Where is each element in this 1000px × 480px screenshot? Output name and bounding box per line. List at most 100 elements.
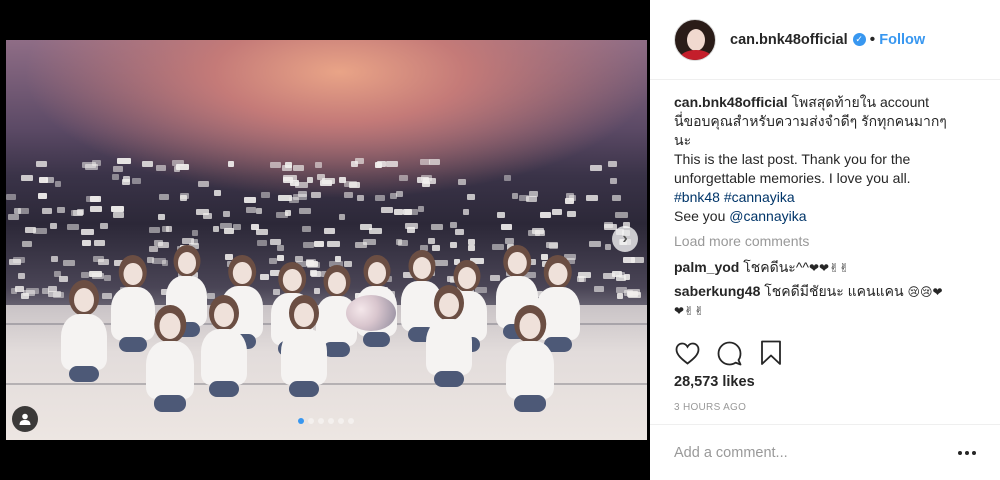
audience-sign <box>195 209 210 216</box>
audience-sign <box>344 192 353 199</box>
audience-sign <box>283 174 298 181</box>
audience-sign <box>180 194 188 201</box>
audience-sign <box>449 242 457 249</box>
header-username[interactable]: can.bnk48official <box>730 32 848 48</box>
comment-username[interactable]: saberkung48 <box>674 283 760 299</box>
mention-link[interactable]: @cannayika <box>729 208 806 224</box>
audience-sign <box>565 192 574 199</box>
audience-sign <box>103 274 111 281</box>
audience-sign <box>567 211 576 218</box>
audience-sign <box>255 228 268 235</box>
audience-sign <box>314 162 322 169</box>
add-comment-bar <box>650 424 1000 480</box>
audience-sign <box>322 177 336 184</box>
audience-sign <box>405 209 418 216</box>
audience-sign <box>212 226 220 233</box>
save-button[interactable] <box>758 340 784 366</box>
audience-sign <box>616 292 623 299</box>
audience-sign <box>21 240 33 247</box>
audience-sign <box>393 209 404 216</box>
audience-sign <box>519 194 530 201</box>
audience-sign <box>117 158 131 165</box>
audience-sign <box>307 260 318 267</box>
audience-sign <box>396 239 403 246</box>
audience-sign <box>462 208 469 215</box>
audience-sign <box>270 238 281 245</box>
comment-button[interactable] <box>716 340 742 366</box>
dot-icon <box>965 450 969 455</box>
load-more-comments-link[interactable]: Load more comments <box>674 232 980 251</box>
audience-sign <box>54 181 62 188</box>
performer-figure <box>506 305 555 440</box>
avatar[interactable] <box>674 18 716 61</box>
post-media: › <box>0 0 650 480</box>
audience-sign <box>157 213 166 220</box>
audience-sign <box>375 195 386 202</box>
audience-sign <box>149 245 159 252</box>
comment-input[interactable] <box>674 444 952 461</box>
audience-sign <box>36 161 48 168</box>
post-timestamp[interactable]: 3 HOURS AGO <box>674 402 746 413</box>
audience-sign <box>80 271 90 278</box>
more-options-button[interactable] <box>952 443 976 463</box>
follow-button[interactable]: Follow <box>879 32 925 48</box>
audience-sign <box>38 176 49 183</box>
comment-username[interactable]: palm_yod <box>674 259 739 275</box>
comment-emoji: ❤❤✌✌ <box>808 261 850 275</box>
audience-sign <box>182 238 195 245</box>
audience-sign <box>468 245 475 252</box>
audience-sign <box>588 241 602 248</box>
audience-sign <box>268 258 277 265</box>
audience-sign <box>50 223 58 230</box>
likes-count[interactable]: 28,573 likes <box>674 374 755 390</box>
bookmark-icon <box>761 340 781 365</box>
audience-sign <box>113 165 123 172</box>
caption-text-line5: unforgettable memories. I love you all. <box>674 170 911 186</box>
carousel-dot <box>308 418 314 424</box>
audience-sign <box>427 238 436 245</box>
audience-sign <box>99 223 108 230</box>
audience-sign <box>41 208 52 215</box>
like-button[interactable] <box>674 340 700 366</box>
audience-sign <box>615 274 626 281</box>
audience-sign <box>90 206 103 213</box>
audience-sign <box>385 161 398 168</box>
caption-hashtags: #bnk48 #cannayika <box>674 188 980 207</box>
audience-sign <box>610 178 617 185</box>
caption-username[interactable]: can.bnk48official <box>674 94 788 110</box>
audience-sign <box>66 223 80 230</box>
audience-sign <box>457 179 466 186</box>
audience-sign <box>33 228 48 235</box>
hashtag-link[interactable]: #cannayika <box>724 189 795 205</box>
comment-bubble-icon <box>717 341 741 365</box>
post-photo[interactable] <box>6 40 647 440</box>
carousel-next-button[interactable]: › <box>612 226 638 252</box>
audience-sign <box>497 211 506 218</box>
audience-sign <box>25 287 40 294</box>
audience-sign <box>449 222 457 229</box>
audience-sign <box>276 245 284 252</box>
audience-sign <box>162 225 169 232</box>
hashtag-link[interactable]: #bnk48 <box>674 189 720 205</box>
comment-text: โชคดีนะ^^ <box>743 259 809 275</box>
audience-sign <box>71 209 84 216</box>
audience-sign <box>81 240 91 247</box>
audience-sign <box>429 159 440 166</box>
audience-sign <box>349 181 361 188</box>
audience-sign <box>276 254 284 261</box>
carousel-dot <box>328 418 334 424</box>
tagged-users-icon[interactable] <box>12 406 38 432</box>
audience-sign <box>501 224 513 231</box>
audience-sign <box>98 258 109 265</box>
audience-sign <box>535 229 545 236</box>
audience-sign <box>311 192 321 198</box>
comments-section: can.bnk48official โพสสุดท้ายใน account น… <box>674 93 980 325</box>
audience-sign <box>604 222 613 228</box>
audience-sign <box>467 193 476 200</box>
audience-sign <box>324 228 335 235</box>
audience-sign <box>603 272 616 279</box>
audience-sign <box>407 227 415 234</box>
audience-sign <box>467 239 475 246</box>
audience-sign <box>545 242 558 249</box>
audience-sign <box>302 242 315 249</box>
